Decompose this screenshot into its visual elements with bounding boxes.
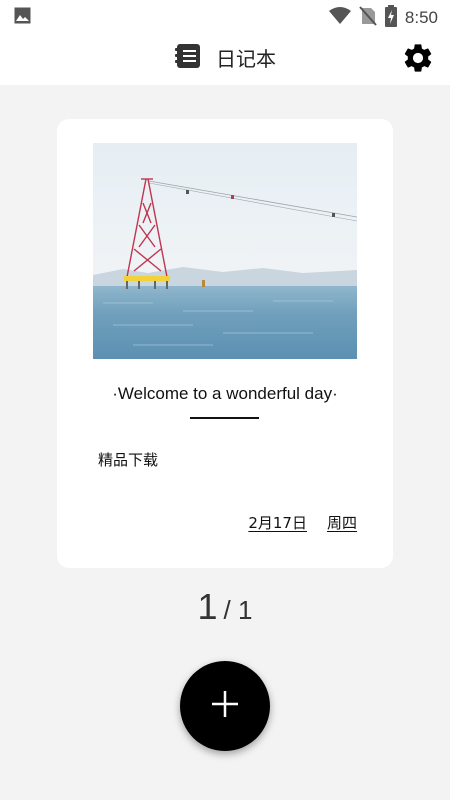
wifi-icon — [328, 7, 351, 29]
page-indicator: 1/ 1 — [0, 586, 450, 628]
diary-card[interactable]: ·Welcome to a wonderful day· 精品下载 2月17日 … — [57, 119, 393, 568]
current-page: 1 — [197, 586, 218, 627]
divider — [190, 417, 259, 419]
entry-text: 精品下载 — [98, 451, 159, 469]
no-sim-icon — [359, 6, 377, 30]
welcome-text: ·Welcome to a wonderful day· — [112, 384, 338, 403]
app-bar: 日记本 — [0, 30, 450, 85]
plus-icon — [210, 689, 240, 723]
entry-weekday: 周四 — [326, 514, 357, 532]
add-entry-button[interactable] — [180, 661, 270, 751]
status-bar: 8:50 — [0, 0, 450, 30]
total-pages: / 1 — [223, 595, 253, 625]
battery-charging-icon — [384, 5, 397, 31]
gear-icon[interactable] — [401, 41, 435, 75]
image-icon — [14, 7, 31, 28]
entry-date: 2月17日 — [248, 514, 307, 532]
notebook-icon — [174, 42, 202, 74]
date-row: 2月17日 周四 — [248, 512, 357, 533]
app-title: 日记本 — [216, 47, 276, 71]
status-time: 8:50 — [404, 8, 438, 27]
diary-photo — [93, 143, 357, 359]
